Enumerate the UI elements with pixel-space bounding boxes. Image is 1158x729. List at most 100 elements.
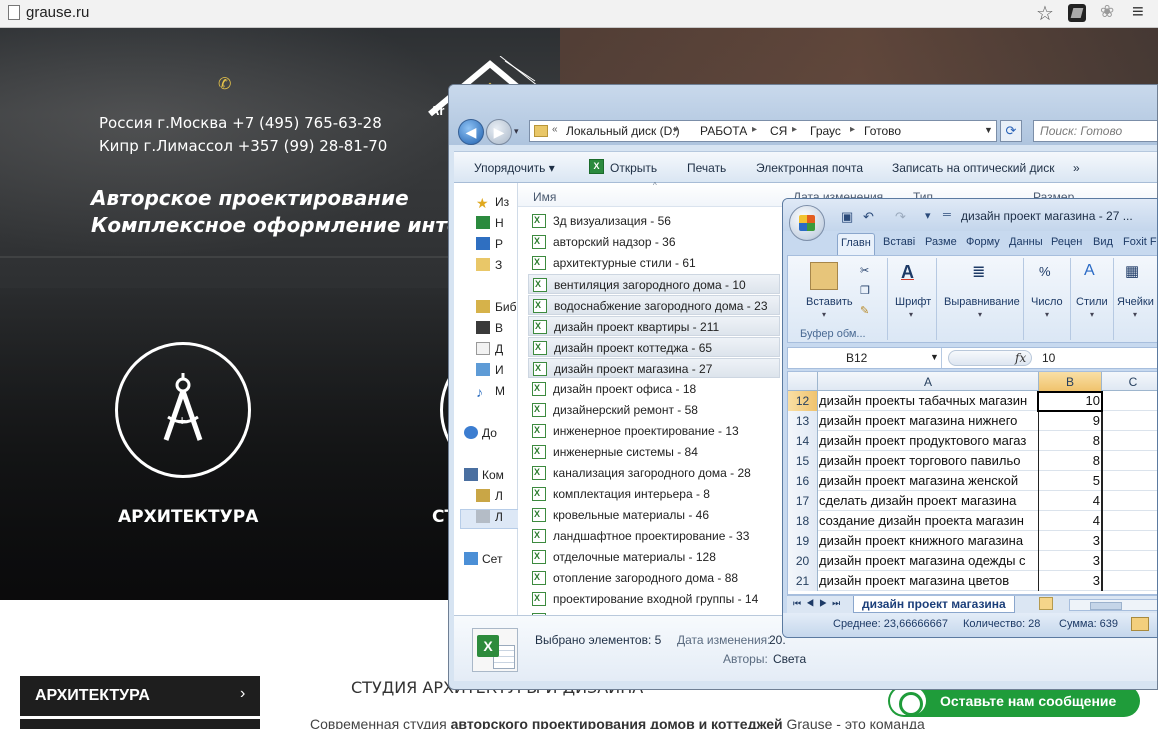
sheet-tab[interactable]: дизайн проект магазина (853, 596, 1015, 613)
organize-button[interactable]: Упорядочить ▾ (474, 161, 555, 175)
open-button[interactable]: Открыть (610, 161, 657, 175)
sheet-nav-arrows-icon[interactable]: ⏮◀▶⏭ (793, 598, 845, 609)
cell-a[interactable]: дизайн проект магазина одежды с (819, 553, 1037, 568)
copy-icon[interactable]: ❐ (860, 284, 870, 297)
crumb-graus[interactable]: Граус (810, 124, 841, 138)
file-row[interactable]: комплектация интерьера - 8 (528, 484, 780, 504)
name-box[interactable]: B12 ▼ (788, 348, 942, 368)
nav-item[interactable]: Р (495, 237, 503, 251)
search-input[interactable]: Поиск: Готово (1033, 120, 1157, 142)
row-number[interactable]: 17 (788, 491, 818, 511)
new-sheet-icon[interactable] (1039, 597, 1053, 610)
select-all-button[interactable] (788, 372, 818, 391)
format-painter-icon[interactable]: ✎ (860, 304, 869, 317)
paste-icon[interactable] (810, 262, 838, 290)
file-row[interactable]: 3д визуализация - 56 (528, 211, 780, 231)
cell-b[interactable]: 8 (1038, 433, 1100, 448)
cell-b[interactable]: 4 (1038, 493, 1100, 508)
nav-item[interactable]: Д (495, 342, 503, 356)
cell-b[interactable]: 3 (1038, 553, 1100, 568)
column-c-header[interactable]: C (1103, 375, 1157, 389)
horizontal-scrollbar[interactable] (1069, 599, 1157, 611)
nav-drive-c[interactable]: Л (495, 489, 503, 503)
file-row[interactable]: инженерные системы - 84 (528, 442, 780, 462)
tab-insert[interactable]: Вставі (883, 236, 915, 248)
tab-layout[interactable]: Разме (925, 236, 957, 248)
cell-b[interactable]: 4 (1038, 513, 1100, 528)
cell-b[interactable]: 3 (1038, 533, 1100, 548)
cell-a[interactable]: дизайн проект магазина нижнего (819, 413, 1037, 428)
cell-a[interactable]: дизайн проект книжного магазина (819, 533, 1037, 548)
tab-formulas[interactable]: Форму (966, 236, 1000, 248)
nav-homegroup[interactable]: До (482, 426, 497, 440)
cut-icon[interactable]: ✂ (860, 264, 869, 277)
address-bar[interactable]: « Локальный диск (D:) ▸ РАБОТА ▸ СЯ ▸ Гр… (529, 120, 997, 142)
service-architecture-circle[interactable]: + (115, 342, 251, 478)
cells-button[interactable]: Ячейки (1117, 296, 1154, 308)
crumb-drive[interactable]: Локальный диск (D:) (566, 124, 680, 138)
address-bar[interactable]: grause.ru (26, 4, 89, 21)
cell-b[interactable]: 3 (1038, 573, 1100, 588)
nav-network[interactable]: Сет (482, 552, 502, 566)
align-icon[interactable]: ≣ (972, 262, 985, 282)
file-row[interactable]: проектирование входной группы - 14 (528, 589, 780, 609)
crumb-work[interactable]: РАБОТА (700, 124, 747, 138)
percent-icon[interactable]: % (1039, 264, 1051, 279)
file-row[interactable]: отопление загородного дома - 88 (528, 568, 780, 588)
redo-icon[interactable]: ↷ (895, 209, 906, 225)
forward-button[interactable]: ▶ (486, 119, 512, 145)
row-number[interactable]: 18 (788, 511, 818, 531)
qat-customize-icon[interactable]: ▾ (925, 209, 931, 222)
refresh-icon[interactable]: ⟳ (1000, 120, 1022, 142)
cell-a[interactable]: дизайн проекты табачных магазин (819, 393, 1037, 408)
save-icon[interactable]: ▣ (841, 209, 853, 225)
column-a-header[interactable]: A (819, 375, 1037, 389)
cell-a[interactable]: дизайн проект продуктового магаз (819, 433, 1037, 448)
nav-favorites[interactable]: Из (495, 195, 509, 209)
paste-button[interactable]: Вставить (806, 296, 853, 308)
normal-view-icon[interactable] (1131, 617, 1149, 631)
extension-icon[interactable] (1068, 4, 1086, 22)
chevron-down-icon[interactable]: ▼ (984, 125, 993, 135)
tab-review[interactable]: Рецен (1051, 236, 1082, 248)
file-row[interactable]: авторский надзор - 36 (528, 232, 780, 252)
crumb-ready[interactable]: Готово (864, 124, 901, 138)
burn-button[interactable]: Записать на оптический диск (892, 161, 1055, 175)
styles-icon[interactable]: A (1084, 262, 1095, 280)
font-button[interactable]: Шрифт (895, 296, 931, 308)
nav-item[interactable]: М (495, 384, 505, 398)
row-number[interactable]: 21 (788, 571, 818, 591)
cell-a[interactable]: дизайн проект торгового павильо (819, 453, 1037, 468)
print-button[interactable]: Печать (687, 161, 726, 175)
font-icon[interactable]: A (901, 262, 914, 283)
number-button[interactable]: Число (1031, 296, 1063, 308)
file-row[interactable]: архитектурные стили - 61 (528, 253, 780, 273)
history-dropdown-icon[interactable]: ▾ (514, 126, 519, 137)
tab-foxit[interactable]: Foxit F (1123, 236, 1157, 248)
more-button[interactable]: » (1073, 161, 1080, 175)
cell-b[interactable]: 9 (1038, 413, 1100, 428)
alignment-button[interactable]: Выравнивание (944, 296, 1020, 308)
cell-a[interactable]: создание дизайн проекта магазин (819, 513, 1037, 528)
worksheet-grid[interactable]: A B C 12 дизайн проекты табачных магазин 1… (787, 371, 1157, 595)
file-row[interactable]: канализация загородного дома - 28 (528, 463, 780, 483)
sidebar-item-architecture[interactable]: АРХИТЕКТУРА › (20, 676, 260, 716)
file-row[interactable]: водоснабжение загородного дома - 23 (528, 295, 780, 315)
service-architecture-label[interactable]: АРХИТЕКТУРА (118, 507, 258, 527)
paw-extension-icon[interactable]: ❀ (1100, 2, 1114, 22)
file-row[interactable]: дизайн проект коттеджа - 65 (528, 337, 780, 357)
nav-drive-d[interactable]: Л (495, 510, 503, 524)
crumb-sya[interactable]: СЯ (770, 124, 787, 138)
tab-view[interactable]: Вид (1093, 236, 1113, 248)
nav-item[interactable]: Н (495, 216, 504, 230)
row-number[interactable]: 15 (788, 451, 818, 471)
email-button[interactable]: Электронная почта (756, 161, 863, 175)
menu-icon[interactable]: ≡ (1132, 1, 1144, 24)
row-number[interactable]: 20 (788, 551, 818, 571)
back-button[interactable]: ◀ (458, 119, 484, 145)
cell-a[interactable]: дизайн проект магазина женской (819, 473, 1037, 488)
cell-a[interactable]: дизайн проект магазина цветов (819, 573, 1037, 588)
undo-icon[interactable]: ↶ (863, 209, 874, 225)
file-row[interactable]: дизайн проект офиса - 18 (528, 379, 780, 399)
insert-function-button[interactable]: fx (948, 350, 1032, 366)
